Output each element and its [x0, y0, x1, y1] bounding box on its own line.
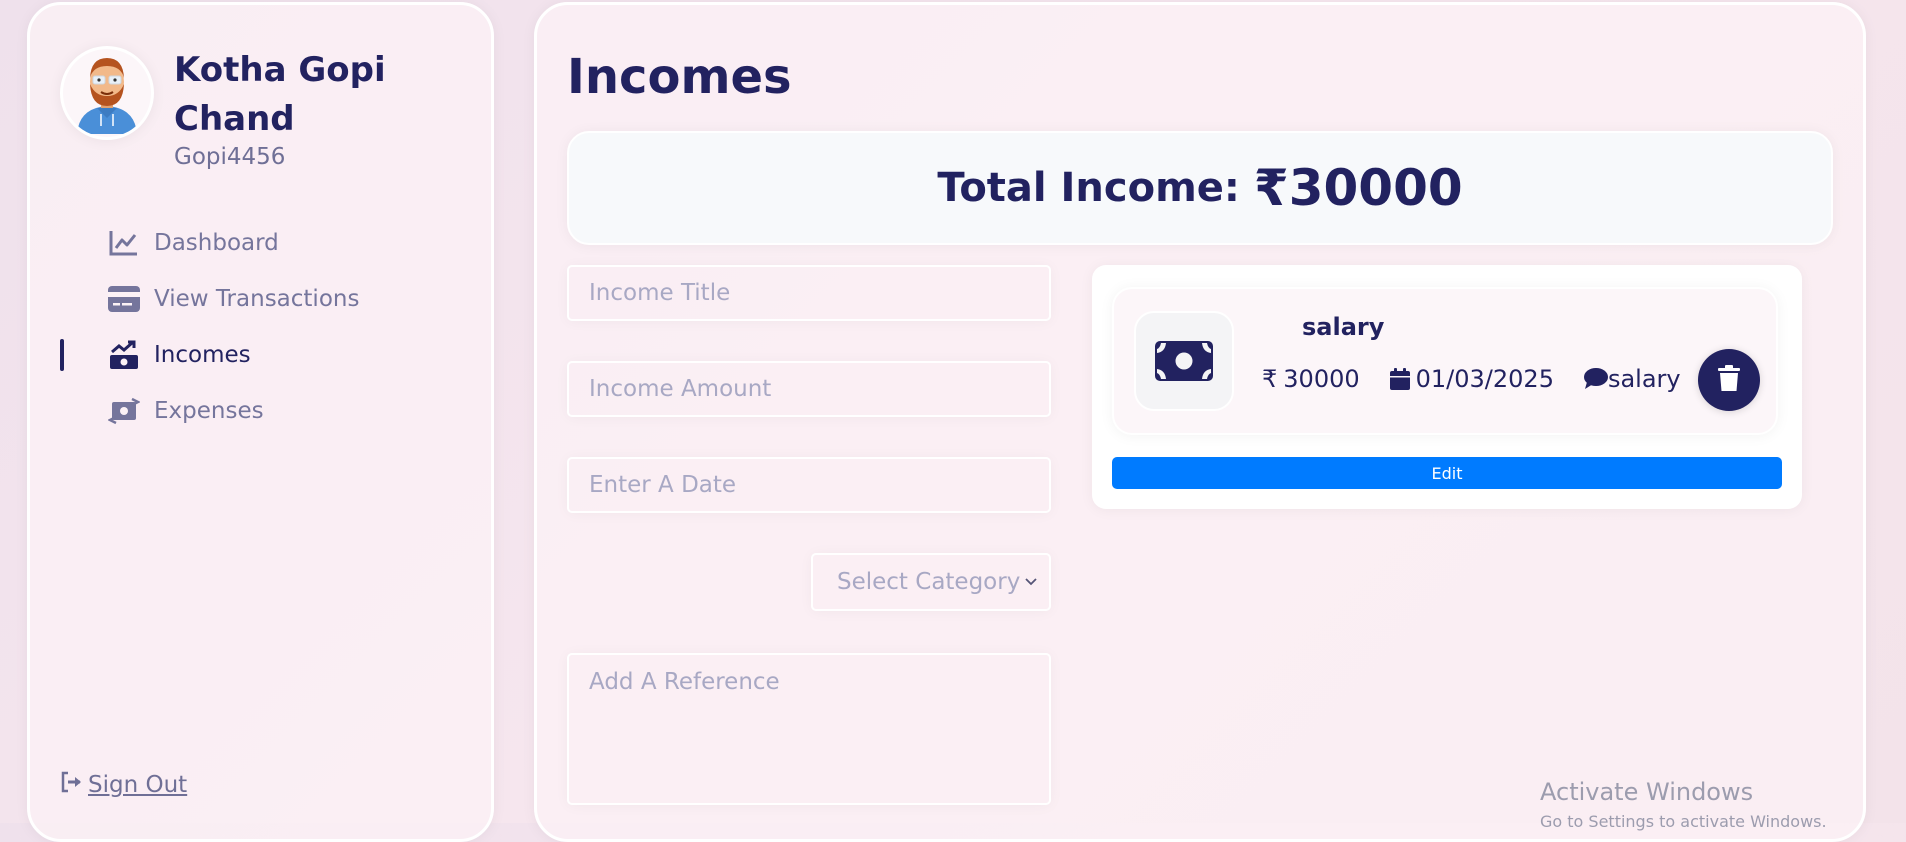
category-select-value: Select Category [837, 569, 1021, 595]
income-item-title: salary [1302, 313, 1385, 341]
trash-icon [1718, 365, 1740, 395]
income-title-input[interactable] [567, 265, 1051, 321]
delete-button[interactable] [1698, 349, 1760, 411]
income-item-amount: 30000 [1283, 365, 1360, 393]
comment-icon [1583, 368, 1608, 390]
chart-line-icon [108, 227, 140, 259]
date-input[interactable] [567, 457, 1051, 513]
credit-card-icon [108, 283, 140, 315]
income-item: salary ₹ 30000 01/03/2025 salary [1112, 287, 1778, 435]
calendar-icon [1389, 368, 1410, 390]
sidebar-item-label: Expenses [154, 398, 264, 424]
sign-out-link[interactable]: Sign Out [60, 771, 187, 799]
sidebar-item-incomes[interactable]: Incomes [60, 327, 359, 383]
avatar-illustration [77, 58, 137, 134]
sidebar-item-expenses[interactable]: Expenses [60, 383, 359, 439]
income-amount-input[interactable] [567, 361, 1051, 417]
income-list: salary ₹ 30000 01/03/2025 salary Edit [1092, 265, 1802, 509]
income-item-date: 01/03/2025 [1415, 365, 1554, 393]
sidebar-item-label: Dashboard [154, 230, 279, 256]
total-income-value: ₹30000 [1253, 159, 1463, 217]
avatar [60, 46, 154, 140]
activate-windows-watermark: Activate Windows Go to Settings to activ… [1540, 778, 1827, 831]
sidebar-nav: Dashboard View Transactions Incomes Expe… [60, 215, 359, 439]
rupee-icon: ₹ [1262, 365, 1278, 393]
main-panel: Incomes Total Income: ₹30000 Select Cate… [534, 2, 1866, 842]
chevron-down-icon [1025, 574, 1037, 590]
sidebar-item-view-transactions[interactable]: View Transactions [60, 271, 359, 327]
total-income-label: Total Income: [937, 165, 1240, 211]
page-title: Incomes [567, 49, 792, 105]
user-profile: Kotha Gopi Chand Gopi4456 [60, 46, 434, 170]
money-bill-icon [1134, 311, 1234, 411]
category-select[interactable]: Select Category [811, 553, 1051, 611]
watermark-title: Activate Windows [1540, 778, 1754, 806]
watermark-subtitle: Go to Settings to activate Windows. [1540, 812, 1827, 831]
sign-out-icon [60, 771, 84, 799]
sidebar: Kotha Gopi Chand Gopi4456 Dashboard View… [27, 2, 494, 842]
user-name: Kotha Gopi Chand [174, 50, 386, 139]
income-item-meta: ₹ 30000 01/03/2025 salary [1262, 365, 1711, 393]
sidebar-item-label: Incomes [154, 342, 251, 368]
money-trend-icon [108, 339, 140, 371]
sign-out-label: Sign Out [88, 772, 188, 798]
money-exchange-icon [108, 395, 140, 427]
total-income-card: Total Income: ₹30000 [567, 131, 1833, 245]
sidebar-item-label: View Transactions [154, 286, 360, 312]
user-handle: Gopi4456 [174, 144, 286, 170]
reference-textarea[interactable] [567, 653, 1051, 805]
edit-button[interactable]: Edit [1112, 457, 1782, 489]
income-item-description: salary [1607, 365, 1681, 393]
sidebar-item-dashboard[interactable]: Dashboard [60, 215, 359, 271]
